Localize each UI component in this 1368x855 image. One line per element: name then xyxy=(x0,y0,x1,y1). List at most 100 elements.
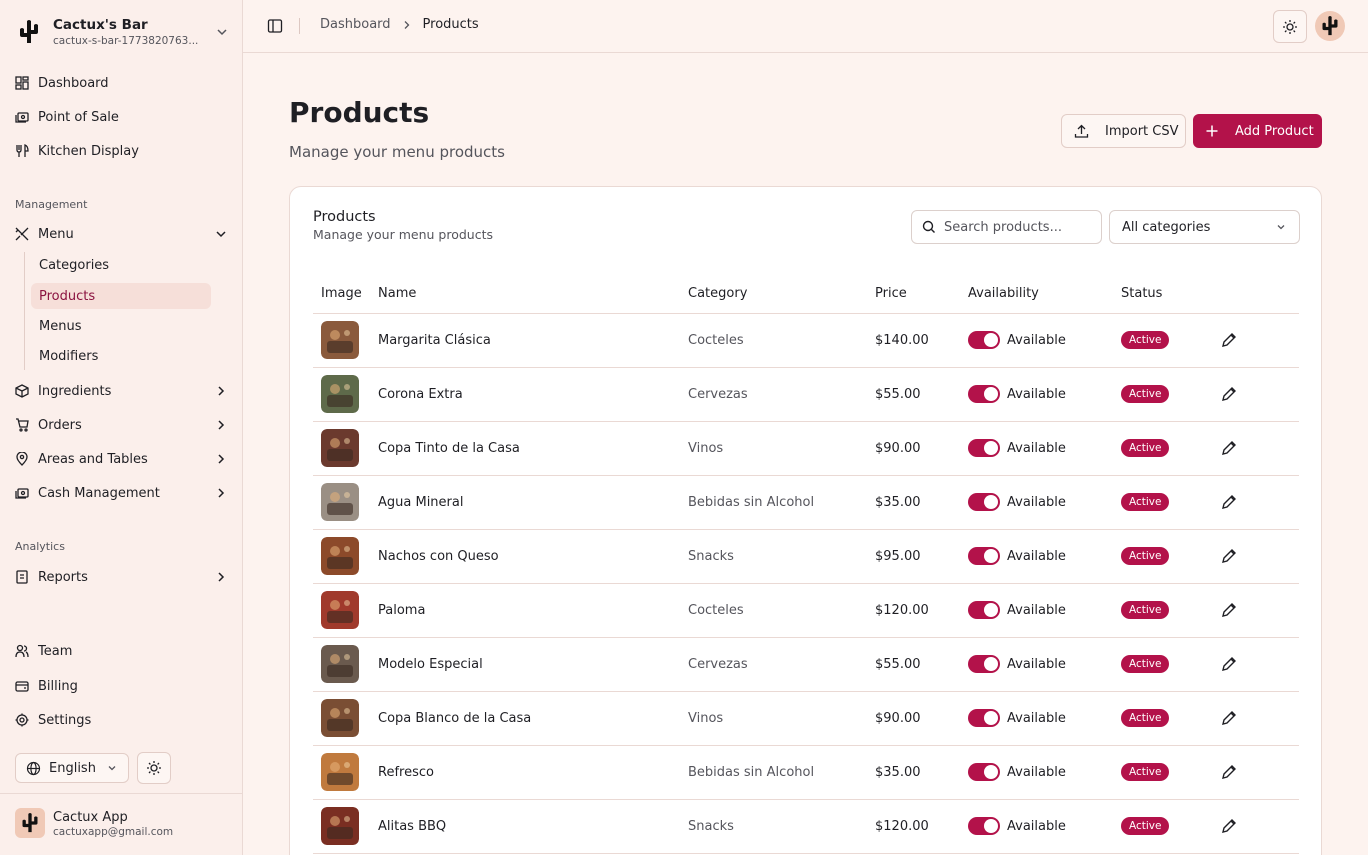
table-row: Nachos con Queso Snacks $95.00 Available Act… xyxy=(313,529,1299,584)
availability-toggle[interactable] xyxy=(968,817,1000,835)
sidebar-subitem-modifiers[interactable]: Modifiers xyxy=(31,343,211,369)
sidebar-item-label: Settings xyxy=(38,712,92,728)
availability-label: Available xyxy=(1007,548,1066,564)
column-header-price: Price xyxy=(875,275,968,314)
availability-toggle[interactable] xyxy=(968,493,1000,511)
package-icon xyxy=(14,383,30,399)
edit-pencil-icon[interactable] xyxy=(1221,386,1237,402)
add-product-button[interactable]: Add Product xyxy=(1193,114,1322,148)
product-category: Bebidas sin Alcohol xyxy=(688,745,875,800)
product-price: $90.00 xyxy=(875,421,968,476)
availability-toggle[interactable] xyxy=(968,655,1000,673)
chevron-right-icon xyxy=(218,488,225,498)
sidebar-item-label: Point of Sale xyxy=(38,109,119,125)
availability-toggle[interactable] xyxy=(968,547,1000,565)
product-category: Cocteles xyxy=(688,583,875,638)
products-table: Image Name Category Price Availability S… xyxy=(313,275,1299,854)
product-category: Cervezas xyxy=(688,637,875,692)
column-header-image: Image xyxy=(313,275,378,314)
user-menu[interactable]: Cactux App cactuxapp@gmail.com xyxy=(15,808,173,838)
availability-label: Available xyxy=(1007,764,1066,780)
team-switcher[interactable]: Cactux's Bar cactux-s-bar-1773820763... xyxy=(14,12,230,52)
theme-toggle-button[interactable] xyxy=(137,752,171,784)
sidebar-item-dashboard[interactable]: Dashboard xyxy=(14,70,230,96)
cart-icon xyxy=(14,417,30,433)
sidebar-item-orders[interactable]: Orders xyxy=(14,412,230,438)
edit-pencil-icon[interactable] xyxy=(1221,764,1237,780)
sidebar-item-billing[interactable]: Billing xyxy=(14,673,230,699)
column-header-name: Name xyxy=(378,275,688,314)
product-name: Margarita Clásica xyxy=(378,313,688,368)
sidebar-item-reports[interactable]: Reports xyxy=(14,564,230,590)
search-icon xyxy=(922,220,935,233)
sidebar-item-team[interactable]: Team xyxy=(14,638,230,664)
product-price: $35.00 xyxy=(875,745,968,800)
edit-pencil-icon[interactable] xyxy=(1221,494,1237,510)
sidebar-subitem-products[interactable]: Products xyxy=(31,283,211,309)
product-name: Modelo Especial xyxy=(378,637,688,692)
import-csv-button[interactable]: Import CSV xyxy=(1061,114,1186,148)
sidebar-toggle-icon[interactable] xyxy=(267,18,283,34)
sidebar-item-settings[interactable]: Settings xyxy=(14,707,230,733)
avatar[interactable] xyxy=(1315,11,1345,41)
sidebar-item-cash-management[interactable]: Cash Management xyxy=(14,480,230,506)
product-category: Bebidas sin Alcohol xyxy=(688,475,875,530)
breadcrumb-dashboard[interactable]: Dashboard xyxy=(320,17,391,32)
topbar-separator xyxy=(299,18,300,34)
status-badge: Active xyxy=(1121,439,1170,457)
table-row: Agua Mineral Bebidas sin Alcohol $35.00 Ava… xyxy=(313,475,1299,530)
language-select[interactable]: English xyxy=(15,753,129,783)
theme-toggle-button[interactable] xyxy=(1273,10,1307,43)
edit-pencil-icon[interactable] xyxy=(1221,656,1237,672)
availability-label: Available xyxy=(1007,602,1066,618)
file-icon xyxy=(14,569,30,585)
product-name: Refresco xyxy=(378,745,688,800)
product-price: $95.00 xyxy=(875,529,968,584)
edit-pencil-icon[interactable] xyxy=(1221,710,1237,726)
availability-toggle[interactable] xyxy=(968,709,1000,727)
product-category: Vinos xyxy=(688,421,875,476)
edit-pencil-icon[interactable] xyxy=(1221,332,1237,348)
page-title: Products xyxy=(289,96,430,129)
product-category: Cocteles xyxy=(688,313,875,368)
product-category: Vinos xyxy=(688,691,875,746)
product-image xyxy=(321,645,359,683)
chevron-right-icon xyxy=(218,572,225,582)
products-card: Products Manage your menu products All c… xyxy=(289,186,1322,855)
product-category: Snacks xyxy=(688,529,875,584)
sidebar-item-kitchen-display[interactable]: Kitchen Display xyxy=(14,138,230,164)
sidebar-item-label: Orders xyxy=(38,417,82,433)
edit-pencil-icon[interactable] xyxy=(1221,818,1237,834)
register-icon xyxy=(14,109,30,125)
availability-toggle[interactable] xyxy=(968,601,1000,619)
category-filter-value: All categories xyxy=(1122,219,1211,235)
topbar: Dashboard Products xyxy=(243,0,1368,53)
status-badge: Active xyxy=(1121,493,1170,511)
availability-toggle[interactable] xyxy=(968,385,1000,403)
sidebar-item-areas-tables[interactable]: Areas and Tables xyxy=(14,446,230,472)
gear-icon xyxy=(14,712,30,728)
availability-toggle[interactable] xyxy=(968,331,1000,349)
user-name: Cactux App xyxy=(53,809,128,825)
sidebar-item-ingredients[interactable]: Ingredients xyxy=(14,378,230,404)
edit-pencil-icon[interactable] xyxy=(1221,440,1237,456)
cutlery-cross-icon xyxy=(14,226,30,242)
availability-toggle[interactable] xyxy=(968,439,1000,457)
table-row: Margarita Clásica Cocteles $140.00 Availabl… xyxy=(313,313,1299,368)
category-filter-select[interactable]: All categories xyxy=(1109,210,1300,244)
product-name: Copa Tinto de la Casa xyxy=(378,421,688,476)
edit-pencil-icon[interactable] xyxy=(1221,548,1237,564)
sidebar-subitem-categories[interactable]: Categories xyxy=(31,252,211,278)
sidebar-subitem-menus[interactable]: Menus xyxy=(31,313,211,339)
availability-label: Available xyxy=(1007,656,1066,672)
availability-label: Available xyxy=(1007,710,1066,726)
availability-toggle[interactable] xyxy=(968,763,1000,781)
sidebar-item-menu[interactable]: Menu xyxy=(14,221,230,247)
product-name: Copa Blanco de la Casa xyxy=(378,691,688,746)
sidebar-item-pos[interactable]: Point of Sale xyxy=(14,104,230,130)
table-row: Alitas BBQ Snacks $120.00 Available Active xyxy=(313,799,1299,854)
search-input[interactable] xyxy=(944,219,1094,235)
table-row: Corona Extra Cervezas $55.00 Available Activ… xyxy=(313,367,1299,422)
edit-pencil-icon[interactable] xyxy=(1221,602,1237,618)
sidebar-item-label: Team xyxy=(38,643,73,659)
